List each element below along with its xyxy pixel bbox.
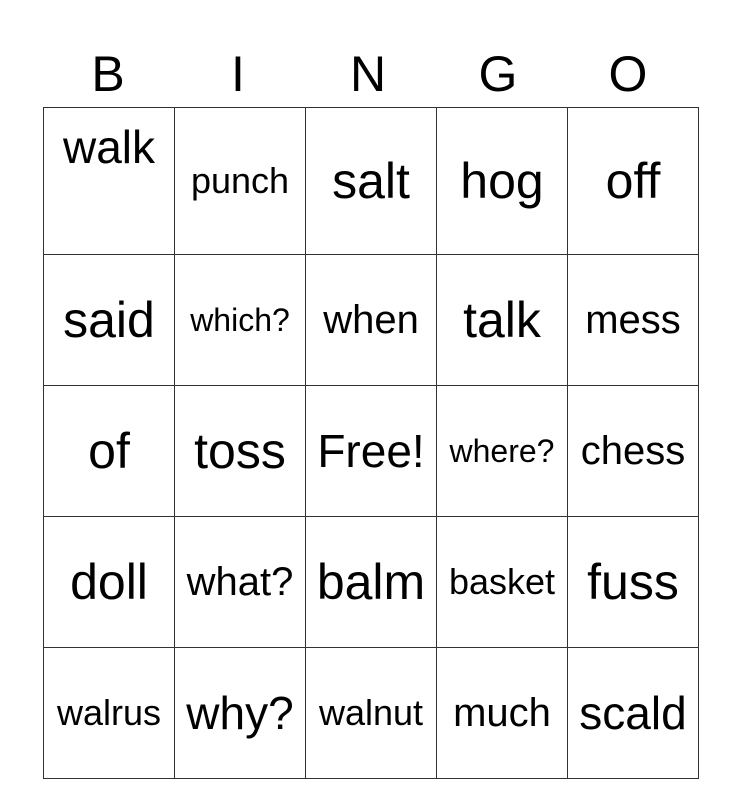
bingo-cell: walrus xyxy=(43,647,175,779)
header-letter-i: I xyxy=(231,46,245,102)
bingo-cell: when xyxy=(305,254,437,386)
bingo-cell: talk xyxy=(436,254,568,386)
header-letter-o: O xyxy=(608,46,648,102)
bingo-cell: scald xyxy=(567,647,699,779)
bingo-cell: punch xyxy=(174,107,306,255)
bingo-card: walk punch salt hog off said which? when… xyxy=(43,107,699,779)
bingo-cell: toss xyxy=(174,385,306,517)
bingo-cell: of xyxy=(43,385,175,517)
bingo-row: walk punch salt hog off xyxy=(43,107,699,255)
free-space-cell: Free! xyxy=(305,385,437,517)
bingo-row: said which? when talk mess xyxy=(43,254,699,386)
header-letter-b: B xyxy=(91,46,125,102)
bingo-row: walrus why? walnut much scald xyxy=(43,647,699,779)
bingo-cell: hog xyxy=(436,107,568,255)
bingo-cell: which? xyxy=(174,254,306,386)
bingo-cell: said xyxy=(43,254,175,386)
bingo-cell: mess xyxy=(567,254,699,386)
bingo-cell: much xyxy=(436,647,568,779)
header-letter-n: N xyxy=(349,46,387,102)
bingo-header: B I N G O xyxy=(43,44,693,104)
bingo-cell: doll xyxy=(43,516,175,648)
bingo-cell: fuss xyxy=(567,516,699,648)
bingo-cell: walnut xyxy=(305,647,437,779)
header-letter-g: G xyxy=(478,46,518,102)
bingo-cell: basket xyxy=(436,516,568,648)
bingo-cell: salt xyxy=(305,107,437,255)
bingo-cell: balm xyxy=(305,516,437,648)
bingo-cell: why? xyxy=(174,647,306,779)
bingo-row: of toss Free! where? chess xyxy=(43,385,699,517)
bingo-row: doll what? balm basket fuss xyxy=(43,516,699,648)
bingo-cell: what? xyxy=(174,516,306,648)
bingo-cell: walk xyxy=(43,107,175,255)
bingo-cell: off xyxy=(567,107,699,255)
bingo-cell: chess xyxy=(567,385,699,517)
bingo-cell: where? xyxy=(436,385,568,517)
